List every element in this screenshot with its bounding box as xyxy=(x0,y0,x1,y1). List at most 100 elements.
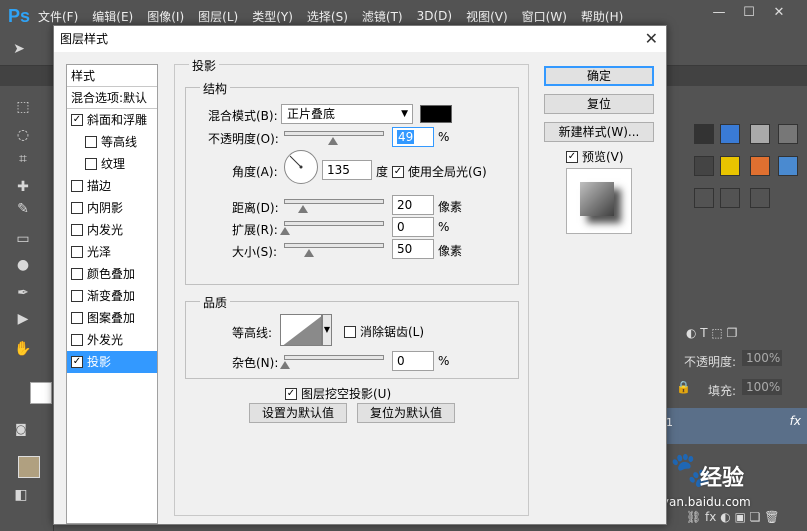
menu-type[interactable]: 类型(Y) xyxy=(252,8,293,25)
global-light-checkbox[interactable]: ✓ xyxy=(392,165,404,178)
noise-slider-thumb[interactable] xyxy=(280,361,290,369)
hand-tool-icon[interactable]: ✋ xyxy=(12,338,34,360)
spread-slider[interactable] xyxy=(284,221,384,226)
brush-tool-icon[interactable]: ✎ xyxy=(12,198,34,220)
noise-slider[interactable] xyxy=(284,355,384,360)
menu-view[interactable]: 视图(V) xyxy=(466,8,508,25)
move-tool-icon[interactable]: ➤ xyxy=(8,38,30,60)
opacity-slider-thumb[interactable] xyxy=(328,137,338,145)
menu-file[interactable]: 文件(F) xyxy=(38,8,78,25)
new-style-button[interactable]: 新建样式(W)... xyxy=(544,122,654,142)
pattern-overlay-checkbox[interactable] xyxy=(71,312,83,324)
contour-dropdown-arrow[interactable]: ▼ xyxy=(322,314,332,346)
style-tile[interactable] xyxy=(750,188,770,208)
contour-checkbox[interactable] xyxy=(85,136,97,148)
blend-mode-select[interactable]: 正片叠底 ▼ xyxy=(281,104,413,124)
minimize-icon[interactable]: — xyxy=(706,2,732,24)
opacity-input[interactable]: 49 xyxy=(392,127,434,147)
style-tile[interactable] xyxy=(778,156,798,176)
opacity-slider[interactable] xyxy=(284,131,384,136)
style-tile[interactable] xyxy=(750,156,770,176)
reset-button[interactable]: 复位 xyxy=(544,94,654,114)
gradient-overlay-checkbox[interactable] xyxy=(71,290,83,302)
drop-shadow-checkbox[interactable]: ✓ xyxy=(71,356,83,368)
inner-shadow-checkbox[interactable] xyxy=(71,202,83,214)
healing-brush-icon[interactable]: ✚ xyxy=(12,176,34,198)
preview-checkbox[interactable]: ✓ xyxy=(566,150,578,163)
texture-checkbox[interactable] xyxy=(85,158,97,170)
eraser-tool-icon[interactable]: ▭ xyxy=(12,228,34,250)
distance-slider[interactable] xyxy=(284,199,384,204)
list-item-color-overlay[interactable]: 颜色叠加 xyxy=(67,263,157,285)
list-item-contour[interactable]: 等高线 xyxy=(67,131,157,153)
stroke-checkbox[interactable] xyxy=(71,180,83,192)
background-color-swatch[interactable] xyxy=(30,382,52,404)
style-tile[interactable] xyxy=(720,124,740,144)
list-item-bevel-emboss[interactable]: ✓ 斜面和浮雕 xyxy=(67,109,157,131)
list-item-pattern-overlay[interactable]: 图案叠加 xyxy=(67,307,157,329)
blur-tool-icon[interactable]: ● xyxy=(12,254,34,276)
contour-picker[interactable] xyxy=(280,314,322,346)
list-item-inner-glow[interactable]: 内发光 xyxy=(67,219,157,241)
color-overlay-checkbox[interactable] xyxy=(71,268,83,280)
style-tile[interactable] xyxy=(750,124,770,144)
set-default-button[interactable]: 设置为默认值 xyxy=(249,403,347,423)
outer-glow-checkbox[interactable] xyxy=(71,334,83,346)
size-slider[interactable] xyxy=(284,243,384,248)
crop-tool-icon[interactable]: ⌗ xyxy=(12,148,34,170)
list-item-texture[interactable]: 纹理 xyxy=(67,153,157,175)
list-item-drop-shadow[interactable]: ✓ 投影 xyxy=(67,351,157,373)
reset-default-button[interactable]: 复位为默认值 xyxy=(357,403,455,423)
menu-edit[interactable]: 编辑(E) xyxy=(92,8,133,25)
style-tile[interactable] xyxy=(694,188,714,208)
angle-input[interactable]: 135 xyxy=(322,160,372,180)
style-tile[interactable] xyxy=(694,156,714,176)
inner-glow-checkbox[interactable] xyxy=(71,224,83,236)
bevel-emboss-checkbox[interactable]: ✓ xyxy=(71,114,83,126)
layer-fill-input[interactable]: 100% xyxy=(742,379,782,395)
menu-select[interactable]: 选择(S) xyxy=(307,8,348,25)
style-tile[interactable] xyxy=(720,156,740,176)
marquee-tool-icon[interactable]: ⬚ xyxy=(12,96,34,118)
style-tile[interactable] xyxy=(778,124,798,144)
menu-window[interactable]: 窗口(W) xyxy=(522,8,567,25)
layer-fx-icon[interactable]: fx xyxy=(790,414,801,428)
list-item-satin[interactable]: 光泽 xyxy=(67,241,157,263)
spread-slider-thumb[interactable] xyxy=(280,227,290,235)
knockout-checkbox[interactable]: ✓ xyxy=(285,387,297,400)
preview-option[interactable]: ✓ 预览(V) xyxy=(566,148,624,165)
reset-colors-icon[interactable]: ◧ xyxy=(10,484,32,506)
distance-slider-thumb[interactable] xyxy=(298,205,308,213)
size-input[interactable]: 50 xyxy=(392,239,434,259)
knockout-option[interactable]: ✓ 图层挖空投影(U) xyxy=(285,385,391,402)
list-item-styles[interactable]: 样式 xyxy=(67,65,157,87)
shadow-color-swatch[interactable] xyxy=(420,105,452,123)
global-light-option[interactable]: ✓ 使用全局光(G) xyxy=(392,163,487,180)
satin-checkbox[interactable] xyxy=(71,246,83,258)
menu-help[interactable]: 帮助(H) xyxy=(581,8,623,25)
angle-dial[interactable] xyxy=(284,150,318,184)
anti-alias-option[interactable]: 消除锯齿(L) xyxy=(344,323,424,340)
maximize-icon[interactable]: ☐ xyxy=(736,2,762,24)
close-window-icon[interactable]: ✕ xyxy=(766,2,792,24)
distance-input[interactable]: 20 xyxy=(392,195,434,215)
list-item-gradient-overlay[interactable]: 渐变叠加 xyxy=(67,285,157,307)
lasso-tool-icon[interactable]: ◌ xyxy=(12,124,34,146)
foreground-color-swatch[interactable] xyxy=(18,456,40,478)
layer-opacity-input[interactable]: 100% xyxy=(742,350,782,366)
menu-filter[interactable]: 滤镜(T) xyxy=(362,8,403,25)
list-item-inner-shadow[interactable]: 内阴影 xyxy=(67,197,157,219)
menu-layer[interactable]: 图层(L) xyxy=(198,8,238,25)
anti-alias-checkbox[interactable] xyxy=(344,325,356,338)
menu-image[interactable]: 图像(I) xyxy=(147,8,184,25)
pen-tool-icon[interactable]: ✒ xyxy=(12,282,34,304)
menu-3d[interactable]: 3D(D) xyxy=(417,9,452,23)
noise-input[interactable]: 0 xyxy=(392,351,434,371)
style-tile[interactable] xyxy=(694,124,714,144)
size-slider-thumb[interactable] xyxy=(304,249,314,257)
style-tile[interactable] xyxy=(720,188,740,208)
list-item-outer-glow[interactable]: 外发光 xyxy=(67,329,157,351)
selected-layer-row[interactable]: 1 fx xyxy=(666,408,807,444)
path-select-icon[interactable]: ▶ xyxy=(12,308,34,330)
list-item-stroke[interactable]: 描边 xyxy=(67,175,157,197)
